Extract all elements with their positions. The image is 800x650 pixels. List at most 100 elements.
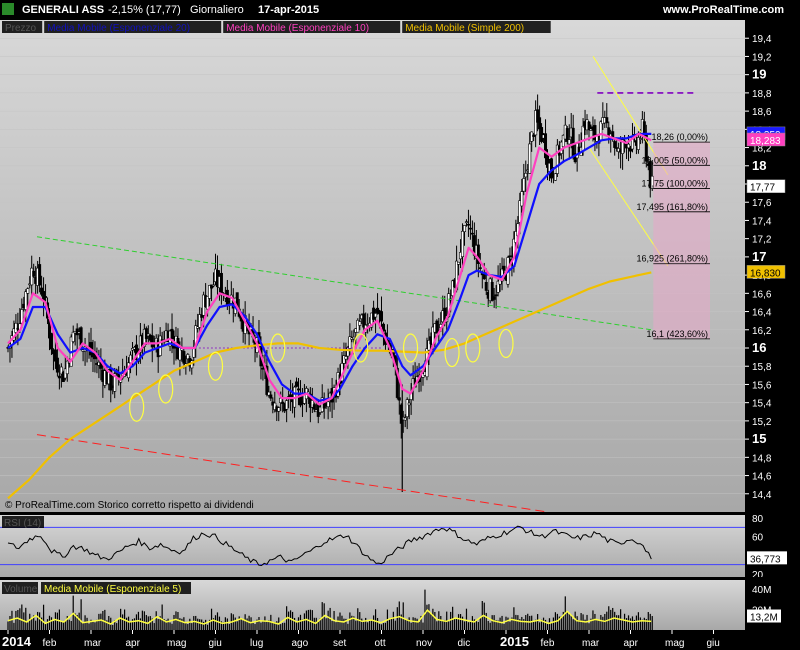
time-axis-label: ott bbox=[375, 638, 386, 649]
candle-body bbox=[528, 143, 532, 174]
time-axis-label: 2014 bbox=[2, 634, 32, 649]
candle-body bbox=[170, 328, 174, 340]
candle-body bbox=[581, 125, 585, 152]
price-axis-label: 15,8 bbox=[752, 362, 772, 373]
rsi-label: RSI (14) bbox=[4, 518, 41, 529]
candle-body bbox=[285, 400, 289, 410]
candle-body bbox=[492, 296, 496, 300]
legend-item-label: Media Mobile (Esponenziale 10) bbox=[226, 23, 369, 34]
candle-body bbox=[344, 356, 348, 360]
time-axis-label: apr bbox=[126, 638, 141, 649]
candle-body bbox=[26, 288, 30, 294]
time-axis-label: giu bbox=[707, 638, 720, 649]
time-axis-label: mar bbox=[84, 638, 102, 649]
price-axis-label: 14,8 bbox=[752, 453, 772, 464]
candle-body bbox=[225, 289, 229, 307]
candle-body bbox=[627, 143, 631, 149]
price-axis-label: 17,6 bbox=[752, 198, 772, 209]
title-bar: GENERALI ASS -2,15% (17,77) Giornaliero … bbox=[0, 0, 800, 20]
candle-body bbox=[312, 404, 316, 410]
candle-body bbox=[407, 402, 411, 406]
candle-body bbox=[520, 191, 524, 207]
candle-body bbox=[464, 221, 468, 223]
time-axis-label: dic bbox=[458, 638, 471, 649]
candle-body bbox=[55, 357, 59, 373]
candle-body bbox=[462, 225, 466, 232]
site-url[interactable]: www.ProRealTime.com bbox=[663, 4, 784, 16]
candle-body bbox=[32, 270, 36, 277]
time-axis-label: ago bbox=[292, 638, 309, 649]
fibonacci-level-label: 18,26 (0,00%) bbox=[651, 132, 708, 142]
time-axis-label: nov bbox=[416, 638, 432, 649]
rsi-axis-label: 80 bbox=[752, 514, 764, 525]
price-axis-label: 15,4 bbox=[752, 399, 772, 410]
candle-body bbox=[461, 230, 465, 258]
candle-body bbox=[296, 388, 300, 391]
price-tag-value: 16,830 bbox=[750, 268, 781, 279]
volume-label: Volume bbox=[4, 584, 38, 595]
candle-body bbox=[524, 172, 528, 178]
price-axis-label: 19,4 bbox=[752, 34, 772, 45]
fibonacci-level-label: 18,005 (50,00%) bbox=[641, 155, 708, 165]
fibonacci-level-label: 16,925 (261,80%) bbox=[636, 254, 708, 264]
time-axis-label: mag bbox=[167, 638, 186, 649]
time-axis-label: feb bbox=[541, 638, 555, 649]
volume-tag-value: 13,2M bbox=[750, 613, 778, 624]
panel-separator bbox=[0, 512, 800, 515]
time-axis-label: feb bbox=[43, 638, 57, 649]
candle-body bbox=[42, 291, 46, 301]
candle-body bbox=[567, 139, 571, 145]
candle-body bbox=[212, 284, 216, 287]
price-axis-label: 15 bbox=[752, 431, 766, 446]
price-axis-label: 16 bbox=[752, 340, 766, 355]
candle-body bbox=[553, 173, 557, 181]
candle-body bbox=[540, 127, 544, 142]
panel-separator bbox=[0, 577, 800, 580]
candle-body bbox=[638, 138, 642, 140]
price-axis-label: 15,6 bbox=[752, 380, 772, 391]
price-axis-label: 16,4 bbox=[752, 308, 772, 319]
candle-body bbox=[326, 401, 330, 408]
period: Giornaliero bbox=[190, 4, 244, 16]
candle-body bbox=[277, 407, 281, 412]
candle-body bbox=[522, 178, 526, 192]
price-axis-label: 18,8 bbox=[752, 89, 772, 100]
date: 17-apr-2015 bbox=[258, 4, 320, 16]
time-axis-label: set bbox=[333, 638, 347, 649]
instrument-name: GENERALI ASS bbox=[22, 4, 105, 16]
volume-ma-label: Media Mobile (Esponenziale 5) bbox=[44, 584, 181, 595]
candle-body bbox=[374, 313, 378, 318]
price-axis-label: 16,6 bbox=[752, 289, 772, 300]
rsi-panel bbox=[0, 515, 745, 577]
candle-body bbox=[57, 375, 61, 379]
candle-body bbox=[182, 351, 186, 364]
volume-axis-label: 40M bbox=[752, 585, 771, 596]
rsi-axis-label: 60 bbox=[752, 533, 764, 544]
candle-body bbox=[484, 281, 488, 291]
candle-body bbox=[397, 397, 401, 401]
fibonacci-level-label: 17,495 (161,80%) bbox=[636, 202, 708, 212]
candle-body bbox=[494, 294, 498, 297]
candle-body bbox=[281, 401, 285, 404]
candle-body bbox=[24, 291, 28, 310]
candle-body bbox=[587, 121, 591, 130]
candle-body bbox=[219, 272, 223, 296]
candle-body bbox=[71, 331, 75, 342]
price-axis-label: 14,4 bbox=[752, 490, 772, 501]
legend-item-label: Media Mobile (Esponenziale 20) bbox=[47, 23, 190, 34]
copyright-text: © ProRealTime.com Storico corretto rispe… bbox=[5, 500, 254, 511]
candle-body bbox=[457, 261, 461, 265]
price-tag-value: 17,77 bbox=[750, 183, 775, 194]
candle-body bbox=[571, 127, 575, 157]
chart-icon bbox=[2, 3, 14, 15]
price-axis-label: 19 bbox=[752, 67, 766, 82]
fibonacci-zone bbox=[653, 142, 710, 339]
candle-body bbox=[405, 399, 409, 418]
time-axis-label: apr bbox=[624, 638, 639, 649]
price-tag-value: 18,283 bbox=[750, 136, 781, 147]
price-axis-label: 17 bbox=[752, 249, 766, 264]
candle-body bbox=[605, 117, 609, 124]
time-axis-label: lug bbox=[250, 638, 263, 649]
candle-body bbox=[508, 255, 512, 258]
price-axis-label: 18,6 bbox=[752, 107, 772, 118]
